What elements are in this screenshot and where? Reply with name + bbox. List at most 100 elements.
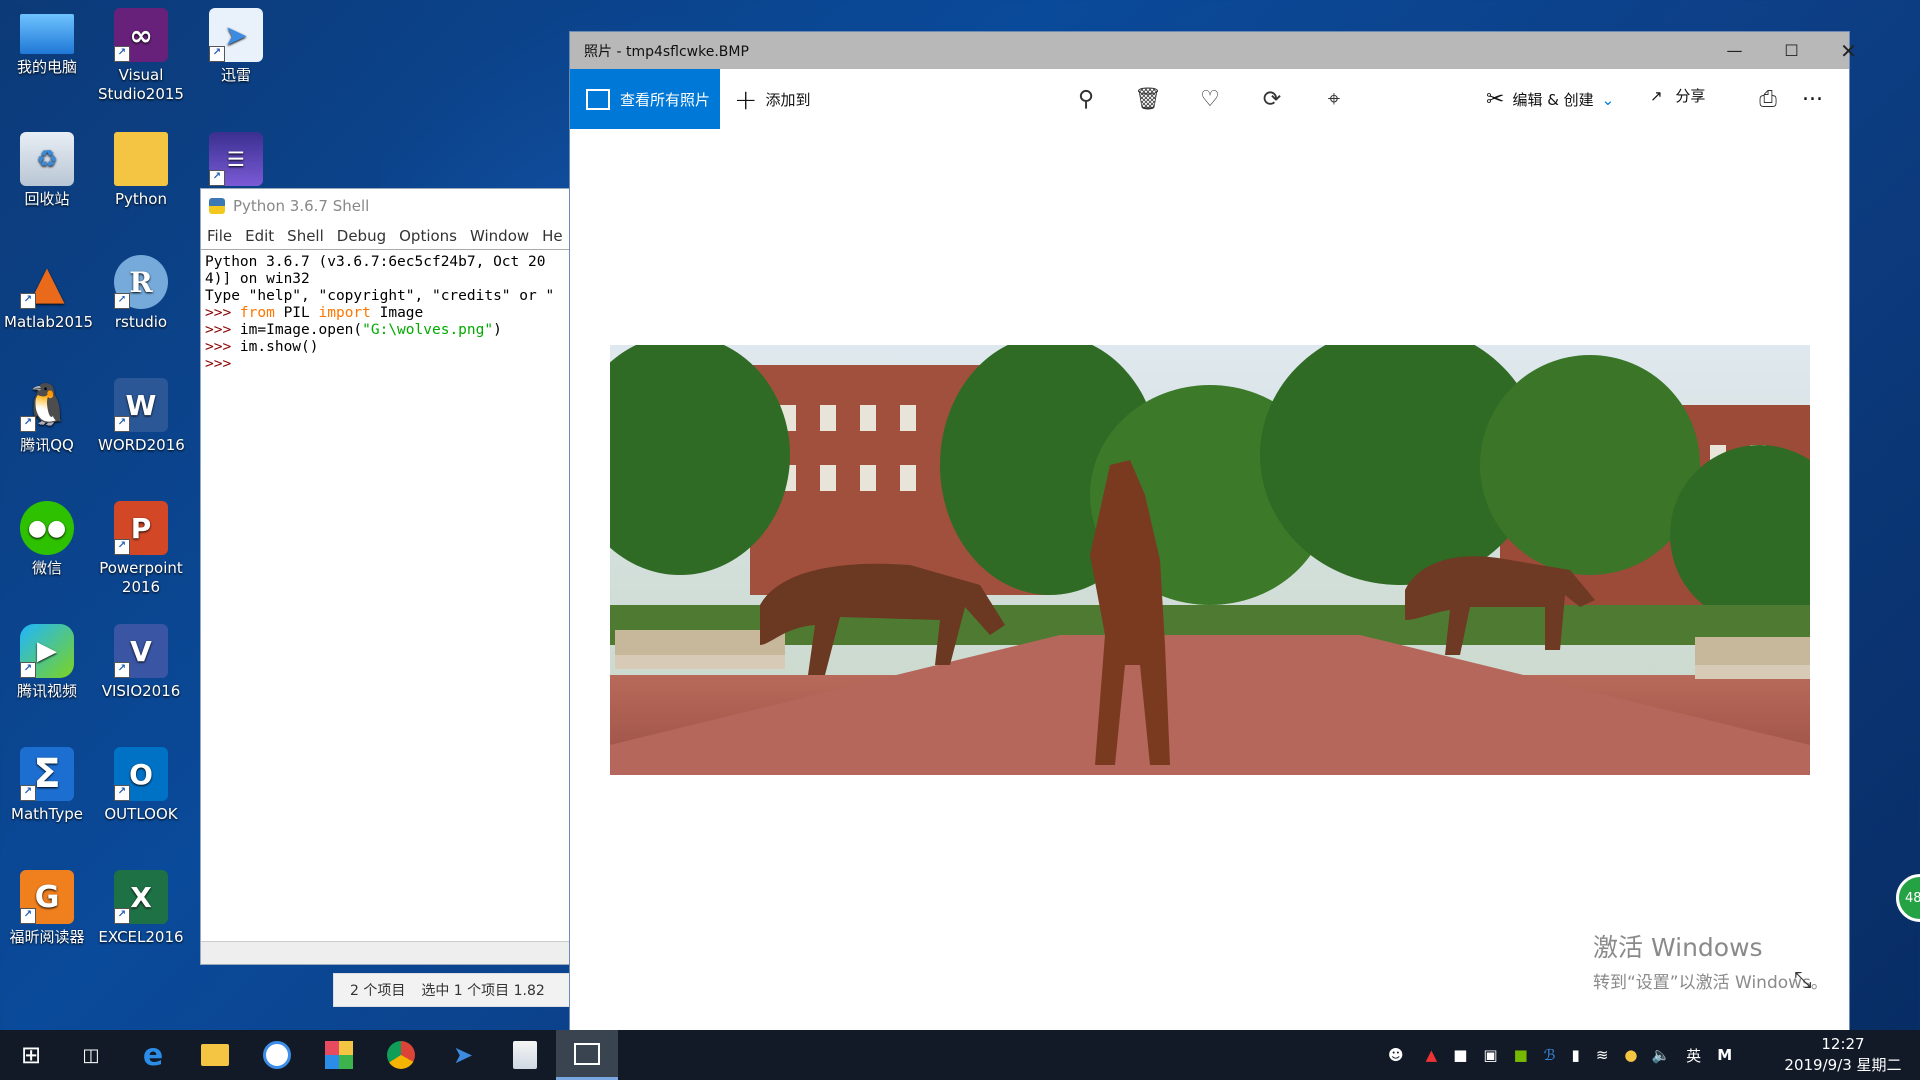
desktop-icon-matlab[interactable]: ▲ ↗ Matlab2015 [4, 247, 93, 332]
desktop-icon-visual-studio[interactable]: ∞ ↗ Visual Studio2015 [98, 0, 184, 104]
menu-file[interactable]: File [207, 227, 232, 245]
desktop-icon-label: 福昕阅读器 [9, 928, 85, 946]
ime-mode-icon[interactable]: M [1717, 1046, 1732, 1064]
desktop-icon-visio[interactable]: V ↗ VISIO2016 [98, 616, 184, 701]
floating-badge[interactable]: 48 [1896, 874, 1920, 922]
shield-icon[interactable]: ■ [1453, 1046, 1467, 1064]
desktop-icon-label: 迅雷 [220, 66, 251, 84]
desktop-icon-foxit-reader[interactable]: G ↗ 福昕阅读器 [4, 862, 90, 947]
cloud-drive-icon [263, 1041, 291, 1069]
ime-indicator[interactable]: 英 [1686, 1045, 1701, 1066]
close-icon[interactable]: ✕ [1820, 32, 1877, 69]
desktop-icon-label: Python [115, 190, 167, 208]
desktop-icon-wechat[interactable]: ●● 微信 [4, 493, 90, 578]
desktop-icon-word[interactable]: W ↗ WORD2016 [98, 370, 185, 455]
see-all-photos-button[interactable]: 查看所有照片 [570, 69, 720, 129]
shell-prompt: >>> [205, 356, 232, 372]
people-icon[interactable]: ☻ [1388, 1046, 1404, 1064]
photos-title-bar[interactable]: 照片 - tmp4sflcwke.BMP — ☐ ✕ [570, 32, 1857, 69]
usb-icon[interactable]: ▣ [1483, 1046, 1497, 1064]
crop-icon[interactable]: ⌖ [1318, 83, 1350, 115]
excel-icon: X ↗ [114, 870, 168, 924]
zoom-icon[interactable]: ⚲ [1070, 83, 1102, 115]
taskbar-chrome[interactable] [370, 1030, 432, 1080]
more-options-icon[interactable]: ... [1802, 81, 1823, 106]
folder-icon [114, 132, 168, 186]
photos-window[interactable]: 照片 - tmp4sflcwke.BMP — ☐ ✕ 查看所有照片 + 添加到 … [569, 31, 1857, 1032]
desktop-icon-qq[interactable]: 🐧 ↗ 腾讯QQ [4, 370, 90, 455]
expand-icon[interactable]: ⤡ [1794, 968, 1812, 993]
menu-help[interactable]: He [542, 227, 563, 245]
edit-create-label: 编辑 & 创建 [1512, 91, 1594, 109]
clock-date: 2019/9/3 星期二 [1784, 1056, 1902, 1074]
add-to-button[interactable]: + 添加到 [734, 83, 810, 116]
shell-output[interactable]: Python 3.6.7 (v3.6.7:6ec5cf24b7, Oct 20 4… [201, 249, 571, 938]
rstudio-icon: R ↗ [114, 255, 168, 309]
explorer-status-bar: 2 个项目 选中 1 个项目 1.82 [333, 973, 572, 1007]
desktop-icon-label: Visual Studio2015 [98, 66, 184, 103]
shell-line: 4)] on win32 [205, 271, 310, 287]
menu-shell[interactable]: Shell [287, 227, 324, 245]
wifi-icon[interactable]: ≋ [1596, 1046, 1609, 1064]
see-all-label: 查看所有照片 [620, 90, 711, 109]
antivirus-icon[interactable]: ▲ [1426, 1046, 1438, 1064]
taskbar: ⊞ ◫ e ➤ ☻ ▲ ■ ▣ ■ ℬ ▮ ≋ ● 🔈 英 M 12:27 20… [0, 1030, 1920, 1080]
task-view-button[interactable]: ◫ [60, 1030, 122, 1080]
desktop-icon-powerpoint[interactable]: P ↗ Powerpoint 2016 [98, 493, 184, 597]
taskbar-python-idle[interactable] [494, 1030, 556, 1080]
share-button[interactable]: ↗ 分享 [1650, 85, 1705, 106]
taskbar-baidu-netdisk[interactable] [246, 1030, 308, 1080]
edge-icon: e [142, 1037, 164, 1073]
desktop-icon-recycle-bin[interactable]: ♻ 回收站 [4, 124, 90, 209]
rotate-icon[interactable]: ⟳ [1256, 83, 1288, 115]
clock-time: 12:27 [1821, 1035, 1865, 1053]
nvidia-icon[interactable]: ■ [1514, 1046, 1528, 1064]
desktop-icon-my-computer[interactable]: 我的电脑 [4, 0, 90, 77]
shell-line: Type "help", "copyright", "credits" or " [205, 288, 555, 304]
desktop-icon-excel[interactable]: X ↗ EXCEL2016 [98, 862, 184, 947]
green-status-icon[interactable]: ● [1624, 1046, 1637, 1064]
desktop-icon-unnamed-tool[interactable]: ☰ ↗ [193, 124, 279, 186]
desktop-icon-xunlei[interactable]: ➤ ↗ 迅雷 [193, 0, 279, 85]
print-icon[interactable]: ⎙ [1752, 83, 1784, 115]
menu-debug[interactable]: Debug [337, 227, 386, 245]
volume-icon[interactable]: 🔈 [1651, 1046, 1670, 1064]
desktop-icon-mathtype[interactable]: Σ ↗ MathType [4, 739, 90, 824]
shell-title-bar[interactable]: Python 3.6.7 Shell [201, 189, 571, 223]
desktop-icon-outlook[interactable]: O ↗ OUTLOOK [98, 739, 184, 824]
menu-edit[interactable]: Edit [245, 227, 274, 245]
qq-penguin-icon: 🐧 ↗ [20, 378, 74, 432]
windows-logo-icon: ⊞ [20, 1041, 42, 1069]
clock[interactable]: 12:27 2019/9/3 星期二 [1778, 1034, 1908, 1076]
taskbar-edge[interactable]: e [122, 1030, 184, 1080]
pdf-icon: G ↗ [20, 870, 74, 924]
share-icon: ↗ [1650, 87, 1663, 105]
computer-icon [20, 14, 74, 54]
horizontal-scrollbar[interactable] [201, 941, 571, 964]
start-button[interactable]: ⊞ [0, 1030, 62, 1080]
visual-studio-icon: ∞ ↗ [114, 8, 168, 62]
taskbar-colorful-app[interactable] [308, 1030, 370, 1080]
menu-window[interactable]: Window [470, 227, 529, 245]
taskbar-photos[interactable] [556, 1030, 618, 1080]
minimize-icon[interactable]: — [1706, 32, 1763, 69]
bluetooth-icon[interactable]: ℬ [1544, 1046, 1556, 1064]
picture-icon [586, 88, 610, 110]
desktop-icon-label: VISIO2016 [101, 682, 181, 700]
delete-icon[interactable]: 🗑 [1132, 83, 1164, 115]
python-shell-window[interactable]: Python 3.6.7 Shell File Edit Shell Debug… [200, 188, 572, 965]
desktop-icon-python[interactable]: Python [98, 124, 184, 209]
desktop-icon-rstudio[interactable]: R ↗ rstudio [98, 247, 184, 332]
shell-line: >>> from PIL import Image [205, 305, 567, 322]
shell-line: >>> im.show() [205, 339, 567, 356]
desktop-icon-tencent-video[interactable]: ▶ ↗ 腾讯视频 [4, 616, 90, 701]
maximize-icon[interactable]: ☐ [1763, 32, 1820, 69]
menu-options[interactable]: Options [399, 227, 457, 245]
battery-icon[interactable]: ▮ [1572, 1046, 1580, 1064]
activate-windows-watermark: 激活 Windows 转到“设置”以激活 Windows。 [1593, 928, 1828, 993]
taskbar-file-explorer[interactable] [184, 1030, 246, 1080]
edit-create-button[interactable]: ✂ 编辑 & 创建 ⌄ [1486, 87, 1614, 112]
favorite-heart-icon[interactable]: ♡ [1194, 83, 1226, 115]
edit-tools-icon: ✂ [1486, 87, 1505, 112]
taskbar-xunlei[interactable]: ➤ [432, 1030, 494, 1080]
